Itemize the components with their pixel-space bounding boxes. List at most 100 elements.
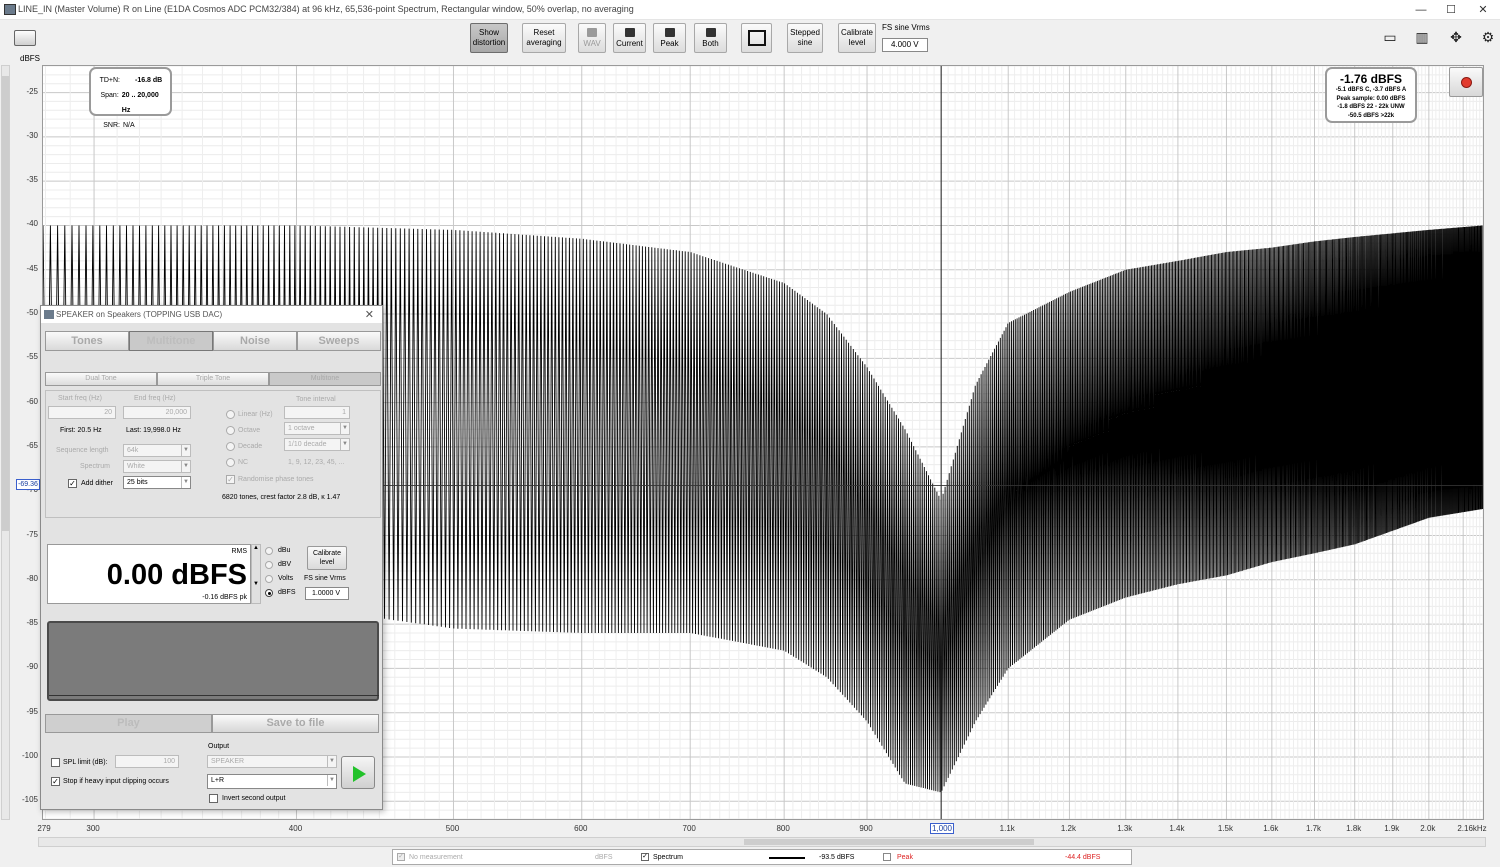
show-distortion-button[interactable]: Show distortion xyxy=(470,23,508,53)
level-spinner[interactable]: ▲ ▼ xyxy=(251,544,261,604)
save-to-file-button[interactable]: Save to file xyxy=(212,714,379,733)
peak-button[interactable]: Peak xyxy=(653,23,686,53)
spin-up-icon[interactable]: ▲ xyxy=(252,545,260,551)
calibrate-level-button[interactable]: Calibrate level xyxy=(838,23,876,53)
start-freq-input[interactable]: 20 xyxy=(48,406,116,419)
play-icon xyxy=(353,766,366,782)
dither-bits-value: 25 bits xyxy=(127,479,148,486)
current-label: Current xyxy=(616,39,643,48)
camera-icon[interactable] xyxy=(14,30,36,46)
tdn-label: TD+N: xyxy=(99,77,120,84)
both-button[interactable]: Both xyxy=(694,23,727,53)
unit-dbfs-radio[interactable] xyxy=(265,589,273,597)
y-tick-label: -105 xyxy=(21,795,38,805)
current-button[interactable]: Current xyxy=(613,23,646,53)
span-value: 20 .. 20,000 Hz xyxy=(121,92,159,114)
tab-tones[interactable]: Tones xyxy=(45,331,129,351)
output-channel-select[interactable]: L+R ▼ xyxy=(207,774,337,789)
level-line3: -1.8 dBFS 22 - 22k UNW xyxy=(1337,104,1405,110)
tdn-info-box[interactable]: TD+N: -16.8 dB Span: 20 .. 20,000 Hz SNR: N… xyxy=(89,67,172,129)
vertical-scrollbar[interactable] xyxy=(1,65,10,820)
generator-play-button[interactable] xyxy=(341,756,375,789)
end-freq-label: End freq (Hz) xyxy=(134,395,176,402)
stop-clipping-checkbox[interactable]: ✓ xyxy=(51,777,60,786)
play-button[interactable]: Play xyxy=(45,714,212,733)
chevron-down-icon: ▼ xyxy=(181,477,190,488)
tone-interval-input[interactable]: 1 xyxy=(284,406,350,419)
export-button[interactable] xyxy=(741,23,772,53)
spl-limit-input[interactable]: 100 xyxy=(115,755,179,768)
close-button[interactable]: ✕ xyxy=(1468,2,1498,18)
wav-button[interactable]: WAV xyxy=(578,23,606,53)
tab-sweeps[interactable]: Sweeps xyxy=(297,331,381,351)
record-button[interactable] xyxy=(1449,67,1483,97)
legend-bar: ✓ No measurement dBFS ✓ Spectrum -93.5 d… xyxy=(392,849,1132,865)
gear-icon[interactable]: ⚙ xyxy=(1474,28,1500,46)
peak-checkbox[interactable] xyxy=(883,853,891,861)
subtab-multitone[interactable]: Multitone xyxy=(269,372,381,386)
x-tick-label: 1.8k xyxy=(1346,824,1362,833)
chevron-down-icon: ▼ xyxy=(181,461,190,472)
unit-volts-radio[interactable] xyxy=(265,575,273,583)
y-tick-label: -35 xyxy=(26,175,38,185)
x-tick-label: 800 xyxy=(776,824,790,833)
level-info-box[interactable]: -1.76 dBFS -5.1 dBFS C, -3.7 dBFS A Peak… xyxy=(1325,67,1417,123)
fs-sine-label: FS sine Vrms xyxy=(882,23,930,32)
y-tick-label: -30 xyxy=(26,130,38,140)
dither-bits-select[interactable]: 25 bits ▼ xyxy=(123,476,191,489)
tab-noise[interactable]: Noise xyxy=(213,331,297,351)
y-tick-label: -80 xyxy=(26,573,38,583)
y-tick-label: -25 xyxy=(26,86,38,96)
generator-calibrate-button[interactable]: Calibrate level xyxy=(307,546,347,570)
stepped-sine-button[interactable]: Stepped sine xyxy=(787,23,823,53)
seq-length-select[interactable]: 64k ▼ xyxy=(123,444,191,457)
move-arrows-icon[interactable]: ✥ xyxy=(1442,28,1470,46)
tab-multitone[interactable]: Multitone xyxy=(129,331,213,351)
no-measurement-checkbox[interactable]: ✓ xyxy=(397,853,405,861)
subtab-triple-tone[interactable]: Triple Tone xyxy=(157,372,269,386)
y-cursor-readout[interactable]: -69.36 xyxy=(16,479,40,490)
subtab-dual-tone[interactable]: Dual Tone xyxy=(45,372,157,386)
level-line2: Peak sample: 0.00 dBFS xyxy=(1336,95,1406,102)
decade-label: Decade xyxy=(238,443,263,450)
spectrum-select[interactable]: White ▼ xyxy=(123,460,191,473)
randomise-checkbox[interactable]: ✓ xyxy=(226,475,235,484)
maximize-button[interactable]: ☐ xyxy=(1436,2,1466,18)
spectrum-checkbox[interactable]: ✓ xyxy=(641,853,649,861)
panels-icon[interactable]: ▥ xyxy=(1408,28,1436,46)
generator-close-icon[interactable]: ✕ xyxy=(365,308,374,321)
minimize-button[interactable]: — xyxy=(1406,2,1436,18)
x-tick-label: 1.3k xyxy=(1117,824,1133,833)
scrollbar-thumb[interactable] xyxy=(2,76,9,531)
y-tick-label: -90 xyxy=(26,662,38,672)
decade-select[interactable]: 1/10 decade ▼ xyxy=(284,438,350,451)
nc-radio[interactable] xyxy=(226,458,235,467)
spl-limit-checkbox[interactable] xyxy=(51,758,60,767)
octave-radio[interactable] xyxy=(226,426,235,435)
peak-legend-value: -44.4 dBFS xyxy=(1065,854,1101,861)
reset-averaging-button[interactable]: Reset averaging xyxy=(522,23,566,53)
x-cursor-readout[interactable]: 1,000 xyxy=(930,823,954,834)
linear-radio[interactable] xyxy=(226,410,235,419)
output-level-meter[interactable]: RMS 0.00 dBFS -0.16 dBFS pk xyxy=(47,544,251,604)
snapshot-icon[interactable]: ▭ xyxy=(1376,28,1404,46)
x-tick-label: 1.4k xyxy=(1169,824,1185,833)
hscroll-thumb[interactable] xyxy=(744,839,1034,845)
fs-sine-input[interactable]: 4.000 V xyxy=(882,38,928,52)
horizontal-scrollbar[interactable] xyxy=(38,837,1486,847)
y-tick-label: -75 xyxy=(26,529,38,539)
decade-radio[interactable] xyxy=(226,442,235,451)
spin-down-icon[interactable]: ▼ xyxy=(252,581,260,587)
invert-output-checkbox[interactable] xyxy=(209,794,218,803)
output-device-select[interactable]: SPEAKER ▼ xyxy=(207,755,337,768)
unit-dbu-radio[interactable] xyxy=(265,547,273,555)
end-freq-input[interactable]: 20,000 xyxy=(123,406,191,419)
seq-length-value: 64k xyxy=(127,447,139,454)
window-title: LINE_IN (Master Volume) R on Line (E1DA … xyxy=(18,4,634,14)
generator-fs-sine-input[interactable]: 1.0000 V xyxy=(305,587,349,600)
add-dither-checkbox[interactable]: ✓ xyxy=(68,479,77,488)
output-channel-value: L+R xyxy=(211,777,225,784)
octave-select[interactable]: 1 octave ▼ xyxy=(284,422,350,435)
generator-title: SPEAKER on Speakers (TOPPING USB DAC) xyxy=(56,310,223,319)
unit-dbv-radio[interactable] xyxy=(265,561,273,569)
